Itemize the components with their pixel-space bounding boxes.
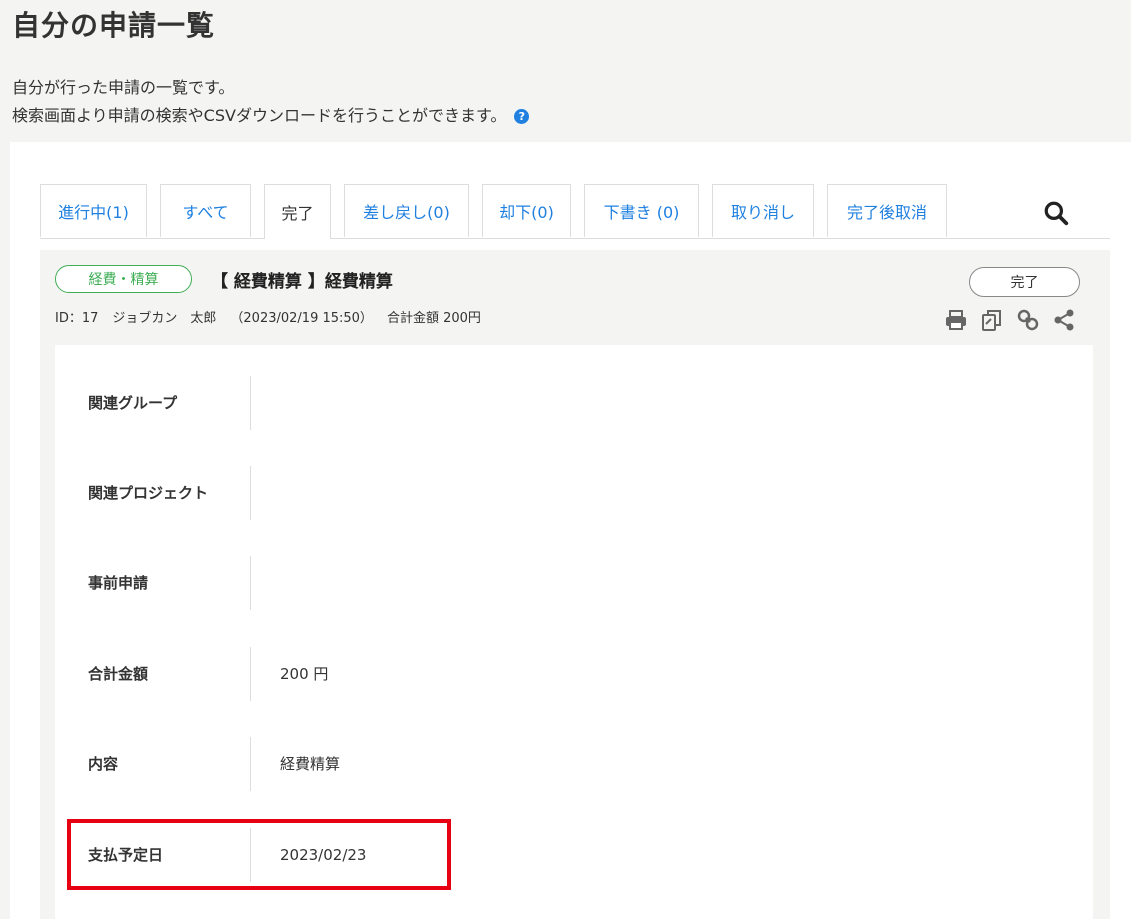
detail-value: 200 円 xyxy=(280,665,329,683)
tab-returned[interactable]: 差し戻し(0) xyxy=(344,184,469,237)
detail-row-content: 内容 経費精算 xyxy=(55,737,1093,791)
divider xyxy=(250,556,251,610)
detail-row-total-amount: 合計金額 200 円 xyxy=(55,647,1093,701)
request-title[interactable]: 【 経費精算 】経費精算 xyxy=(211,267,393,292)
description-line-2: 検索画面より申請の検索やCSVダウンロードを行うことができます。? xyxy=(12,102,530,130)
detail-label: 関連プロジェクト xyxy=(88,484,209,502)
detail-label: 合計金額 xyxy=(88,665,149,683)
detail-value: 経費精算 xyxy=(280,755,341,773)
request-datetime: （2023/02/19 15:50） xyxy=(230,311,373,326)
detail-row-related-group: 関連グループ xyxy=(55,376,1093,430)
category-badge: 経費・精算 xyxy=(55,265,192,293)
tab-bar: 進行中(1) すべて 完了 差し戻し(0) 却下(0) 下書き (0) 取り消し… xyxy=(40,184,1110,239)
tab-in-progress[interactable]: 進行中(1) xyxy=(40,184,147,237)
tab-draft[interactable]: 下書き (0) xyxy=(584,184,699,237)
main-panel: 進行中(1) すべて 完了 差し戻し(0) 却下(0) 下書き (0) 取り消し… xyxy=(10,142,1131,919)
question-circle-icon[interactable]: ? xyxy=(514,109,530,124)
tab-completed[interactable]: 完了 xyxy=(264,184,331,239)
detail-row-pre-application: 事前申請 xyxy=(55,556,1093,610)
tab-rejected[interactable]: 却下(0) xyxy=(482,184,571,237)
request-id: ID：17 xyxy=(55,311,99,326)
divider xyxy=(250,466,251,520)
page-title: 自分の申請一覧 xyxy=(12,9,216,42)
tab-cancelled-after-completion[interactable]: 完了後取消 xyxy=(827,184,947,237)
divider xyxy=(250,647,251,701)
divider xyxy=(250,376,251,430)
description-line-1: 自分が行った申請の一覧です。 xyxy=(12,78,235,97)
copy-icon[interactable] xyxy=(980,308,1004,332)
description-text: 検索画面より申請の検索やCSVダウンロードを行うことができます。 xyxy=(12,106,507,125)
tab-cancelled[interactable]: 取り消し xyxy=(712,184,814,237)
share-icon[interactable] xyxy=(1052,308,1076,332)
tab-all[interactable]: すべて xyxy=(160,184,251,237)
highlight-box xyxy=(67,819,451,890)
search-icon[interactable] xyxy=(1043,200,1069,226)
detail-label: 関連グループ xyxy=(88,394,178,412)
applicant-name: ジョブカン 太郎 xyxy=(112,311,217,326)
page-description: 自分が行った申請の一覧です。 検索画面より申請の検索やCSVダウンロードを行うこ… xyxy=(12,74,530,130)
detail-label: 事前申請 xyxy=(88,574,149,592)
detail-label: 内容 xyxy=(88,755,119,773)
request-total: 合計金額 200円 xyxy=(386,311,481,326)
detail-row-related-project: 関連プロジェクト xyxy=(55,466,1093,520)
divider xyxy=(250,737,251,791)
print-icon[interactable] xyxy=(944,308,968,332)
request-meta: ID：17 ジョブカン 太郎 （2023/02/19 15:50） 合計金額 200円 xyxy=(55,307,495,326)
link-icon[interactable] xyxy=(1016,308,1040,332)
status-button[interactable]: 完了 xyxy=(969,267,1080,297)
